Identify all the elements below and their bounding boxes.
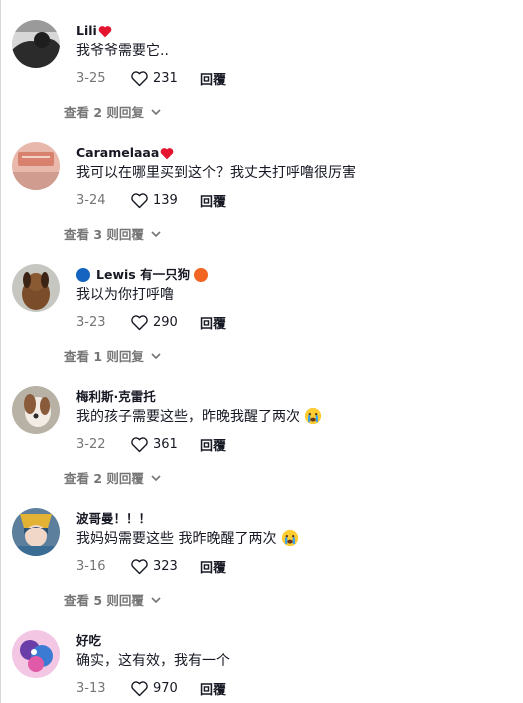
comment-text: 我妈妈需要这些 我昨晚醒了两次 <box>76 528 299 550</box>
avatar[interactable] <box>12 142 60 190</box>
view-replies-button[interactable]: 查看 1 则回复 <box>64 346 162 365</box>
comment-date: 3-13 <box>76 680 106 696</box>
chevron-down-icon <box>151 352 161 359</box>
username[interactable]: Caramelaaa <box>76 144 174 162</box>
comment-date: 3-23 <box>76 314 106 330</box>
like-button[interactable]: 970 <box>130 680 200 697</box>
comment-meta: 3-16 323 回覆 <box>76 556 226 576</box>
heart-outline-icon <box>131 436 148 452</box>
comment-text: 我可以在哪里买到这个？我丈夫打呼噜很厉害 <box>76 165 356 181</box>
username[interactable]: Lewis 有一只狗 <box>76 266 209 284</box>
chevron-down-icon <box>151 230 161 237</box>
comment-date: 3-25 <box>76 70 106 86</box>
reply-button[interactable]: 回覆 <box>200 557 226 576</box>
username[interactable]: 波哥曼！！！ <box>76 510 151 528</box>
comment-item: Lili 我爷爷需要它.. 3-25 231 回覆 查看 2 则回复 <box>0 20 523 142</box>
like-count: 139 <box>153 192 178 208</box>
view-replies-button[interactable]: 查看 2 则回复 <box>64 102 162 121</box>
comment-date: 3-16 <box>76 558 106 574</box>
avatar[interactable] <box>12 20 60 68</box>
crying-face-emoji-icon <box>281 529 299 547</box>
comment-meta: 3-25 231 回覆 <box>76 68 226 88</box>
comment-text: 我的孩子需要这些，昨晚我醒了两次 <box>76 406 322 428</box>
comment-date: 3-22 <box>76 436 106 452</box>
avatar[interactable] <box>12 630 60 678</box>
chevron-down-icon <box>151 108 161 115</box>
comment-item: Lewis 有一只狗 我以为你打呼噜 3-23 290 回覆 查看 1 则回复 <box>0 264 523 386</box>
username[interactable]: 好吃 <box>76 632 101 650</box>
comment-item: 梅利斯·克雷托 我的孩子需要这些，昨晚我醒了两次 3-22 361 回覆 查看 … <box>0 386 523 508</box>
avatar[interactable] <box>12 264 60 312</box>
reply-button[interactable]: 回覆 <box>200 679 226 698</box>
heart-outline-icon <box>131 192 148 208</box>
heart-outline-icon <box>131 680 148 696</box>
reply-button[interactable]: 回覆 <box>200 191 226 210</box>
like-button[interactable]: 361 <box>130 436 200 453</box>
comment-item: 好吃 确实，这有效，我有一个 3-13 970 回覆 <box>0 630 523 703</box>
comment-text: 确实，这有效，我有一个 <box>76 653 230 669</box>
red-heart-emoji-icon <box>98 25 112 37</box>
orange-circle-emoji-icon <box>194 268 209 282</box>
like-button[interactable]: 290 <box>130 314 200 331</box>
view-replies-button[interactable]: 查看 3 则回覆 <box>64 224 162 243</box>
comment-meta: 3-13 970 回覆 <box>76 678 226 698</box>
like-count: 231 <box>153 70 178 86</box>
avatar[interactable] <box>12 508 60 556</box>
red-heart-emoji-icon <box>161 147 174 159</box>
heart-outline-icon <box>131 314 148 330</box>
chevron-down-icon <box>151 474 161 481</box>
like-count: 970 <box>153 680 178 696</box>
like-count: 323 <box>153 558 178 574</box>
reply-button[interactable]: 回覆 <box>200 313 226 332</box>
reply-button[interactable]: 回覆 <box>200 69 226 88</box>
comment-date: 3-24 <box>76 192 106 208</box>
view-replies-button[interactable]: 查看 2 则回覆 <box>64 468 162 487</box>
comment-item: 波哥曼！！！ 我妈妈需要这些 我昨晚醒了两次 3-16 323 回覆 查看 5 … <box>0 508 523 630</box>
comment-item: Caramelaaa 我可以在哪里买到这个？我丈夫打呼噜很厉害 3-24 139… <box>0 142 523 264</box>
username[interactable]: Lili <box>76 22 112 40</box>
username[interactable]: 梅利斯·克雷托 <box>76 388 156 406</box>
chevron-down-icon <box>151 596 161 603</box>
like-button[interactable]: 323 <box>130 558 200 575</box>
like-button[interactable]: 139 <box>130 192 200 209</box>
comment-meta: 3-22 361 回覆 <box>76 434 226 454</box>
comment-meta: 3-23 290 回覆 <box>76 312 226 332</box>
crying-face-emoji-icon <box>305 407 322 425</box>
like-count: 361 <box>153 436 178 452</box>
comment-meta: 3-24 139 回覆 <box>76 190 226 210</box>
like-button[interactable]: 231 <box>130 70 200 87</box>
comment-text: 我爷爷需要它.. <box>76 43 169 59</box>
heart-outline-icon <box>131 558 148 574</box>
comment-text: 我以为你打呼噜 <box>76 287 174 303</box>
blue-circle-emoji-icon <box>76 268 90 282</box>
reply-button[interactable]: 回覆 <box>200 435 226 454</box>
avatar[interactable] <box>12 386 60 434</box>
heart-outline-icon <box>131 70 148 86</box>
like-count: 290 <box>153 314 178 330</box>
view-replies-button[interactable]: 查看 5 则回覆 <box>64 590 162 609</box>
